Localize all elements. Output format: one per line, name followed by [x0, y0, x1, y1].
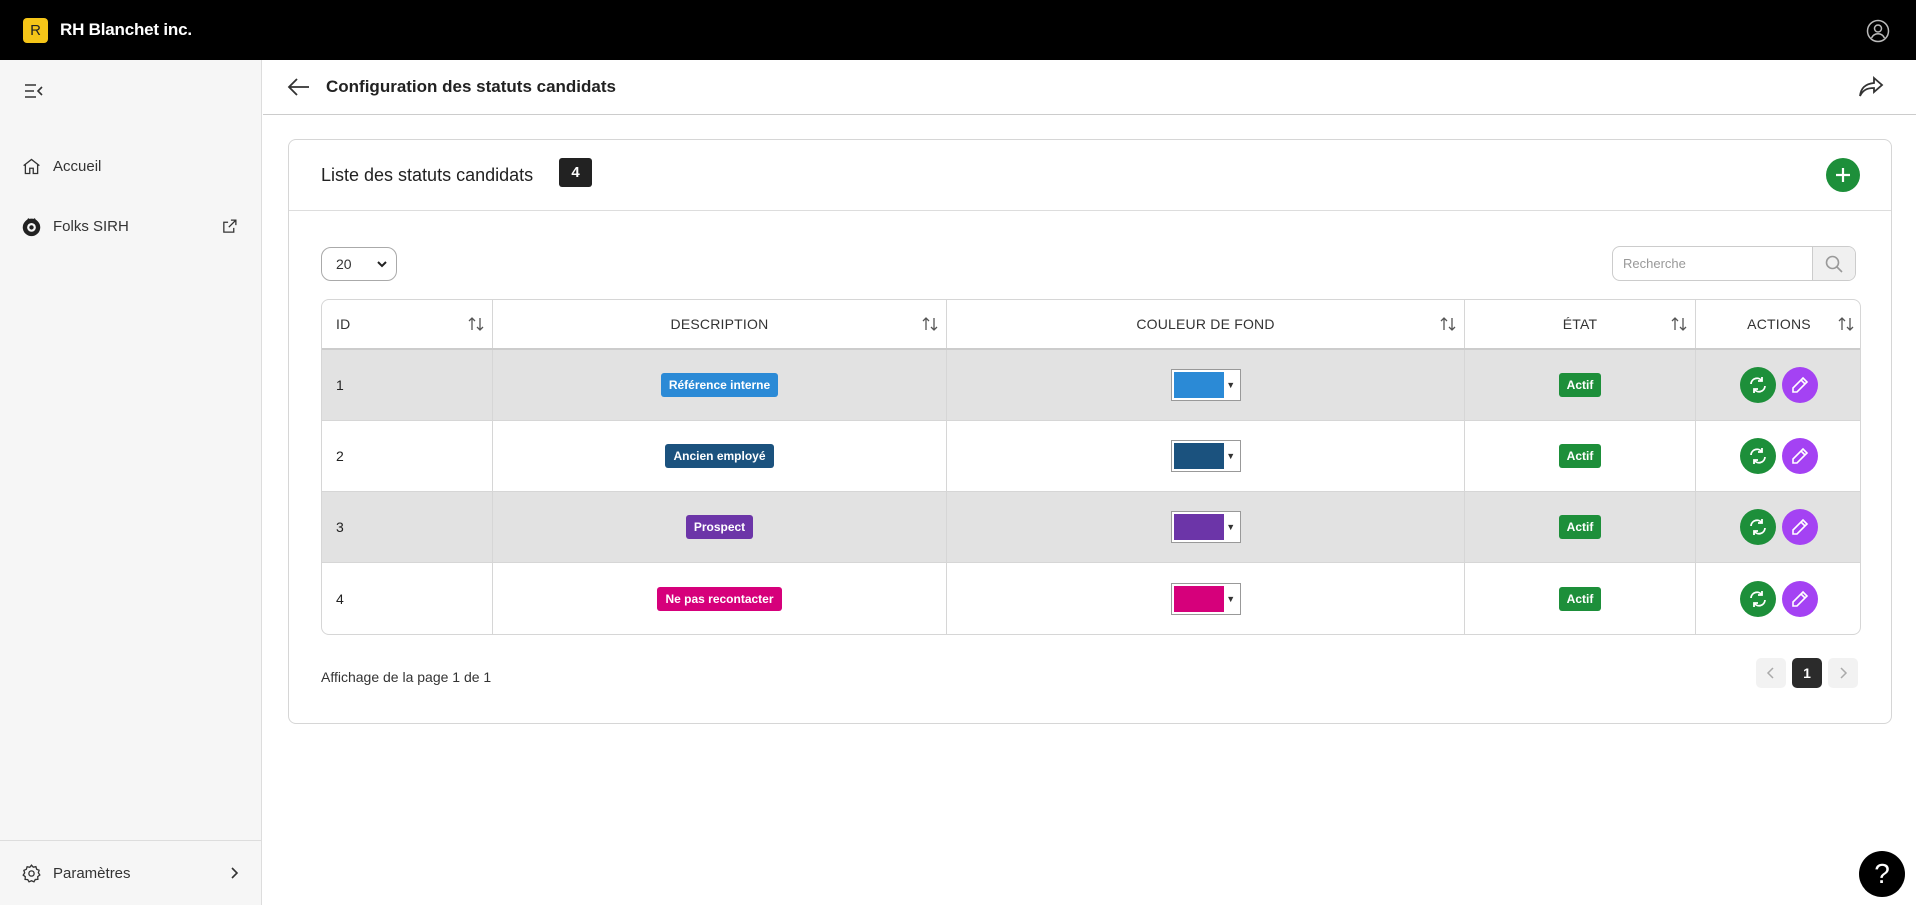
back-arrow-icon[interactable] [287, 77, 311, 97]
description-tag: Prospect [685, 515, 754, 539]
column-header-id[interactable]: ID [322, 300, 493, 348]
chevron-right-icon [1840, 667, 1848, 679]
status-badge: Actif [1558, 373, 1602, 397]
count-badge: 4 [559, 158, 592, 187]
help-button[interactable]: ? [1859, 851, 1905, 897]
chevron-left-icon [1766, 667, 1774, 679]
next-page-button[interactable] [1828, 658, 1858, 688]
table-row: 2 Ancien employé ▼ Actif [322, 421, 1860, 492]
color-fill [1173, 585, 1224, 612]
column-header-etat[interactable]: ÉTAT [1465, 300, 1696, 348]
top-bar: R RH Blanchet inc. [0, 0, 1916, 60]
edit-button[interactable] [1782, 438, 1818, 474]
gear-icon [22, 863, 41, 883]
page-size-select[interactable]: 20 [321, 247, 397, 281]
plus-icon [1836, 168, 1850, 182]
prev-page-button[interactable] [1756, 658, 1786, 688]
color-picker[interactable]: ▼ [1170, 440, 1241, 472]
status-badge: Actif [1558, 444, 1602, 468]
sort-icon [1671, 317, 1687, 331]
refresh-icon [1750, 519, 1766, 535]
status-badge: Actif [1558, 515, 1602, 539]
search-input[interactable]: Recherche [1613, 247, 1813, 280]
cell-id: 3 [322, 492, 493, 562]
share-icon[interactable] [1858, 75, 1884, 99]
sidebar: Accueil Folks SIRH Paramètres [0, 60, 262, 905]
toggle-status-button[interactable] [1740, 367, 1776, 403]
color-picker[interactable]: ▼ [1170, 582, 1241, 615]
search-box: Recherche [1612, 246, 1856, 281]
column-header-description[interactable]: DESCRIPTION [493, 300, 947, 348]
toggle-status-button[interactable] [1740, 509, 1776, 545]
company-logo[interactable]: R [23, 17, 48, 43]
cell-id: 1 [322, 350, 493, 420]
chevron-down-icon [377, 261, 387, 268]
edit-button[interactable] [1782, 580, 1818, 617]
sidebar-item-label: Folks SIRH [53, 217, 129, 235]
page-button-current[interactable]: 1 [1792, 658, 1822, 688]
card-title: Liste des statuts candidats [321, 165, 534, 185]
table-row: 4 Ne pas recontacter ▼ Actif [322, 563, 1860, 634]
search-icon [1825, 255, 1843, 273]
color-picker[interactable]: ▼ [1170, 511, 1241, 543]
sidebar-item-parametres[interactable]: Paramètres [0, 840, 262, 905]
description-tag: Ancien employé [665, 444, 774, 468]
add-status-button[interactable] [1826, 158, 1860, 192]
table-header-row: ID DESCRIPTION COULEUR DE FOND ÉTAT ACTI… [322, 300, 1860, 350]
status-badge: Actif [1558, 586, 1602, 611]
pencil-icon [1792, 590, 1809, 607]
edit-button[interactable] [1782, 509, 1818, 545]
chevron-right-icon [231, 867, 239, 879]
column-header-actions[interactable]: ACTIONS [1696, 300, 1860, 348]
cell-id: 4 [322, 563, 493, 634]
status-table: ID DESCRIPTION COULEUR DE FOND ÉTAT ACTI… [321, 299, 1861, 635]
table-row: 1 Référence interne ▼ Actif [322, 350, 1860, 421]
dropdown-arrow-icon: ▼ [1226, 451, 1236, 461]
pencil-icon [1792, 518, 1809, 535]
dropdown-arrow-icon: ▼ [1226, 593, 1236, 604]
company-name: RH Blanchet inc. [60, 20, 192, 39]
toggle-status-button[interactable] [1740, 438, 1776, 474]
status-list-card: Liste des statuts candidats 4 20 Recherc… [288, 139, 1892, 724]
external-link-icon [223, 218, 237, 233]
pencil-icon [1792, 447, 1809, 464]
color-fill [1173, 514, 1224, 540]
description-tag: Référence interne [660, 373, 779, 397]
color-fill [1173, 372, 1224, 398]
color-fill [1173, 443, 1224, 469]
dropdown-arrow-icon: ▼ [1226, 522, 1236, 532]
refresh-icon [1750, 590, 1766, 607]
column-header-couleur[interactable]: COULEUR DE FOND [947, 300, 1465, 348]
dropdown-arrow-icon: ▼ [1226, 380, 1236, 390]
sidebar-item-label: Paramètres [53, 864, 131, 882]
search-button[interactable] [1813, 247, 1855, 280]
page-title: Configuration des statuts candidats [326, 77, 616, 96]
edit-button[interactable] [1782, 367, 1818, 403]
collapse-menu-icon[interactable] [24, 83, 44, 99]
home-icon [23, 158, 40, 174]
sidebar-item-accueil[interactable]: Accueil [0, 146, 262, 186]
page-header: Configuration des statuts candidats [263, 60, 1916, 115]
sort-icon [468, 317, 484, 331]
table-row: 3 Prospect ▼ Actif [322, 492, 1860, 563]
color-picker[interactable]: ▼ [1170, 369, 1241, 401]
sort-icon [922, 317, 938, 331]
user-account-icon[interactable] [1866, 19, 1890, 43]
page-size-value: 20 [336, 256, 352, 272]
sort-icon [1440, 317, 1456, 331]
pencil-icon [1792, 376, 1809, 393]
sort-icon [1838, 317, 1854, 331]
description-tag: Ne pas recontacter [657, 586, 782, 611]
card-header: Liste des statuts candidats 4 [289, 140, 1891, 211]
sidebar-item-folks-sirh[interactable]: Folks SIRH [0, 206, 262, 246]
refresh-icon [1750, 448, 1766, 464]
cell-id: 2 [322, 421, 493, 491]
page-info: Affichage de la page 1 de 1 [321, 669, 492, 685]
pagination: 1 [1756, 658, 1858, 688]
refresh-icon [1750, 377, 1766, 393]
folks-icon [22, 217, 41, 236]
toggle-status-button[interactable] [1740, 580, 1776, 617]
sidebar-item-label: Accueil [53, 157, 102, 175]
